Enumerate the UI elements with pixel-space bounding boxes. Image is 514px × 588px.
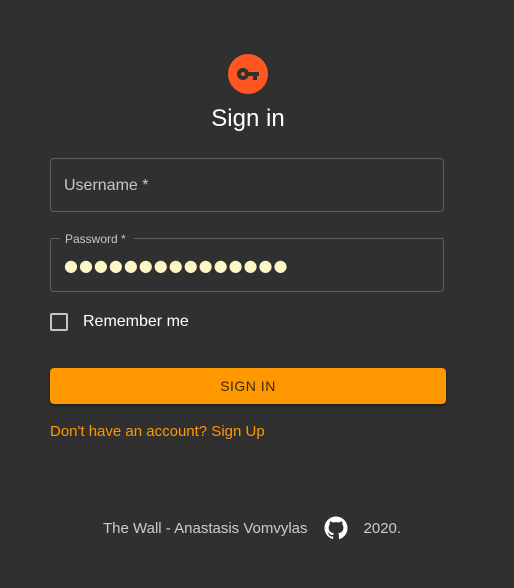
password-outline-left — [50, 238, 60, 239]
sign-up-link[interactable]: Don't have an account? Sign Up — [50, 423, 265, 440]
footer-text: The Wall - Anastasis Vomvylas — [103, 519, 308, 537]
username-field[interactable]: Username * — [50, 158, 444, 212]
password-input[interactable]: ●●●●●●●●●●●●●●● — [64, 256, 424, 275]
footer-year: 2020. — [363, 519, 402, 537]
remember-me-label: Remember me — [83, 313, 189, 330]
footer: The Wall - Anastasis Vomvylas 2020. — [103, 514, 401, 542]
page-title: Sign in — [211, 105, 285, 132]
remember-me-checkbox[interactable]: Remember me — [50, 313, 189, 331]
username-label: Username * — [64, 177, 149, 194]
password-field[interactable]: Password * ●●●●●●●●●●●●●●● — [50, 232, 444, 292]
password-outline-right — [134, 238, 444, 239]
avatar — [228, 54, 268, 94]
password-label: Password * — [65, 232, 126, 246]
github-icon[interactable] — [324, 516, 348, 540]
sign-in-page: Sign in Username * Password * ●●●●●●●●●●… — [0, 0, 514, 588]
sign-in-button[interactable]: SIGN IN — [50, 368, 446, 404]
checkbox-icon[interactable] — [50, 313, 68, 331]
key-icon — [236, 62, 260, 86]
